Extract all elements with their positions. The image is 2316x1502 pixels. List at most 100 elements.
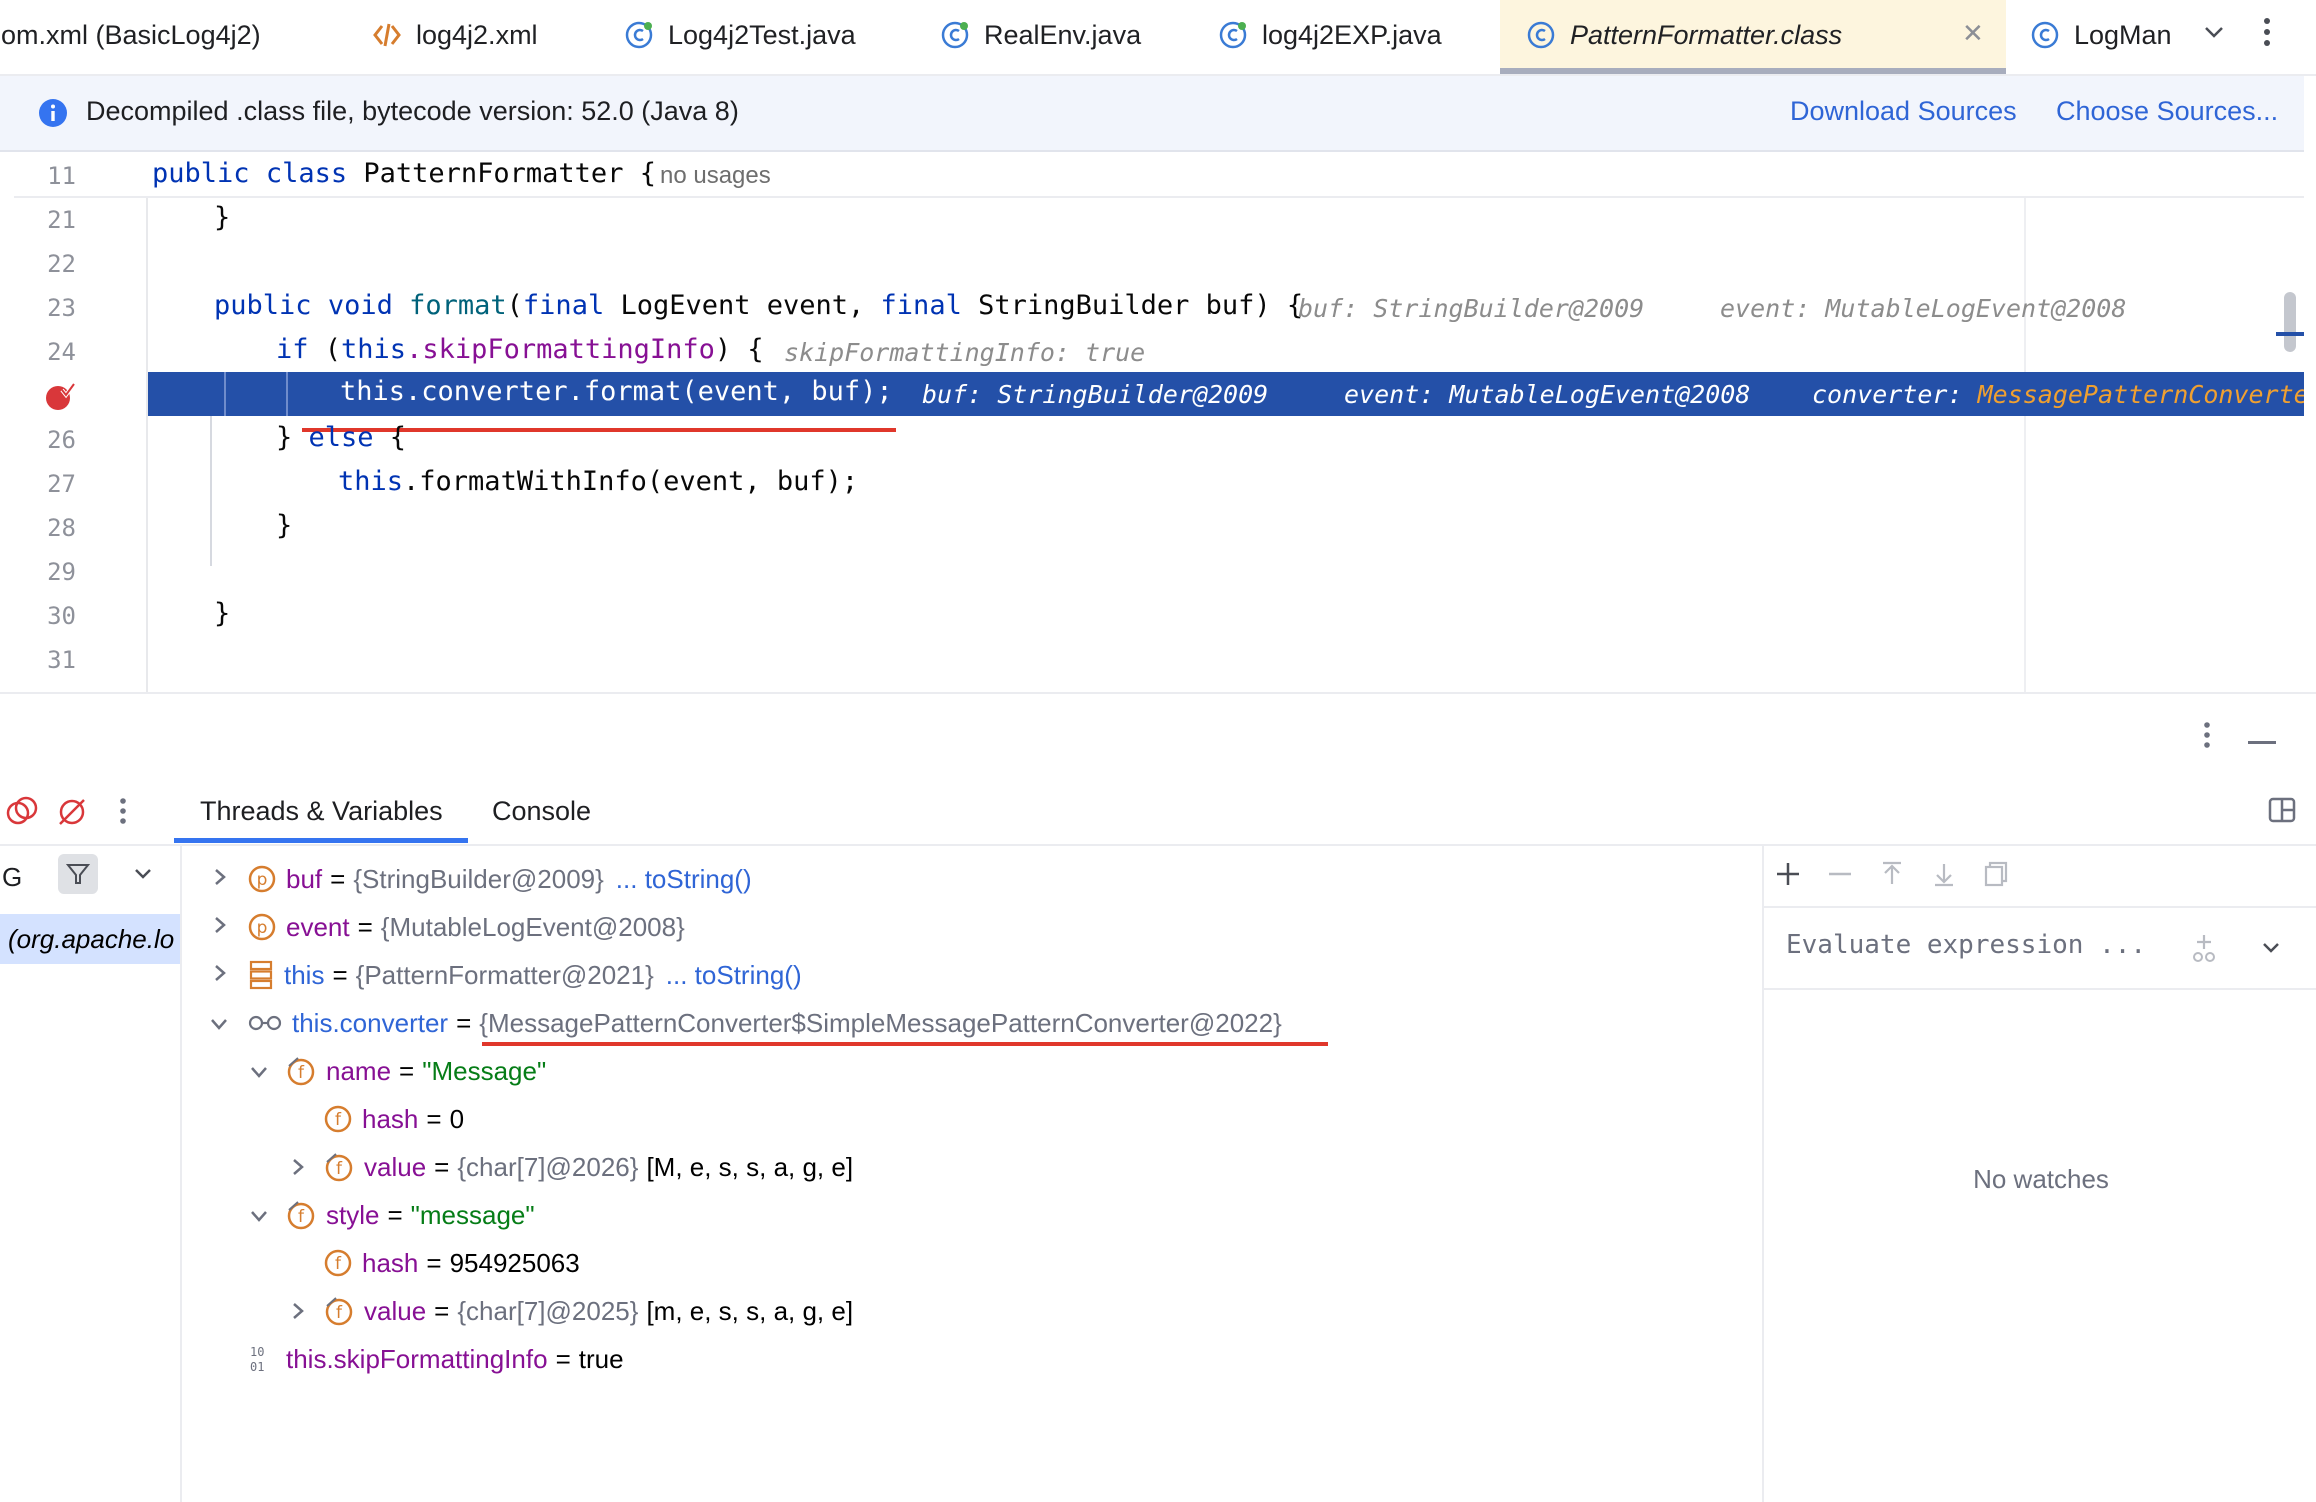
code-token: StringBuilder buf) { <box>961 290 1304 321</box>
keyword: else <box>308 422 374 453</box>
right-margin-guide <box>2024 196 2026 692</box>
move-up-icon[interactable] <box>1878 860 1906 893</box>
scrollbar-marker <box>2276 332 2304 336</box>
choose-sources-link[interactable]: Choose Sources... <box>2056 96 2278 127</box>
add-to-watches-icon[interactable] <box>2188 932 2220 969</box>
line-number: 27 <box>47 470 76 498</box>
code-token: .formatWithInfo(event, buf); <box>403 466 859 497</box>
collapse-chevron-icon[interactable] <box>250 1060 268 1086</box>
duplicate-watch-icon[interactable] <box>1982 860 2010 893</box>
variable-type: {MessagePatternConverter$SimpleMessagePa… <box>479 1007 1282 1038</box>
tab-log4j2exp-java[interactable]: log4j2EXP.java <box>1218 0 1498 70</box>
variable-name: this.skipFormattingInfo <box>286 1343 548 1374</box>
variable-row-this[interactable]: this = {PatternFormatter@2021} ... toString… <box>248 952 802 998</box>
expand-chevron-icon[interactable] <box>212 866 228 892</box>
to-string-link[interactable]: ... toString() <box>666 960 802 991</box>
tab-label: PatternFormatter.class <box>1570 19 1843 50</box>
variable-name: this <box>284 959 325 990</box>
field-icon: f <box>324 1105 352 1133</box>
line-number: 31 <box>47 646 76 674</box>
inline-debug-value: converter: MessagePatternConverter <box>1812 380 2304 409</box>
variable-row-hash[interactable]: f hash = 954925063 <box>324 1240 580 1286</box>
tab-patternformatter-class[interactable]: PatternFormatter.class ✕ <box>1500 0 2006 74</box>
parameter-icon: p <box>248 865 276 893</box>
expand-chevron-icon[interactable] <box>212 914 228 940</box>
variable-row-buf[interactable]: p buf = {StringBuilder@2009} ... toString() <box>248 856 752 902</box>
variable-name: buf <box>286 863 323 894</box>
line-number: 29 <box>47 558 76 586</box>
close-tab-icon[interactable]: ✕ <box>1962 18 1984 49</box>
equals-sign: = <box>426 1247 442 1278</box>
code-editor[interactable]: 11 public class PatternFormatter { no us… <box>14 152 2304 692</box>
primitive-binary-icon: 10 01 <box>248 1344 276 1374</box>
evaluate-placeholder: Evaluate expression ... <box>1786 930 2147 960</box>
variables-tree: p buf = {StringBuilder@2009}... toString()… <box>182 846 1760 1502</box>
history-dropdown-icon[interactable] <box>2260 936 2282 963</box>
variable-row-name[interactable]: f name = "Message" <box>286 1048 546 1094</box>
breakpoint-icon[interactable] <box>44 380 76 417</box>
evaluate-expression-field[interactable]: Evaluate expression ... <box>1764 906 2316 990</box>
variable-row-style[interactable]: f style = "message" <box>286 1192 535 1238</box>
minimize-panel-icon[interactable] <box>2248 732 2276 750</box>
expand-chevron-icon[interactable] <box>290 1300 306 1326</box>
remove-watch-icon[interactable] <box>1826 860 1854 893</box>
array-value: [M, e, s, s, a, g, e] <box>646 1151 854 1182</box>
object-stack-icon <box>248 960 274 990</box>
debug-tab-bar: Threads & Variables Console <box>0 774 2316 846</box>
variable-row-hash[interactable]: f hash = 0 <box>324 1096 464 1142</box>
view-breakpoints-icon[interactable] <box>6 796 38 831</box>
svg-text:10: 10 <box>250 1345 264 1359</box>
tab-logmanager[interactable]: LogMan <box>2030 0 2170 70</box>
variable-name: value <box>364 1295 427 1326</box>
mute-breakpoints-icon[interactable] <box>56 796 88 833</box>
code-line: } <box>276 510 293 541</box>
info-icon <box>38 98 68 133</box>
tab-log4j2-xml[interactable]: log4j2.xml <box>372 0 592 70</box>
variable-row-event[interactable]: p event = {MutableLogEvent@2008} <box>248 904 685 950</box>
svg-text:p: p <box>257 918 268 938</box>
selected-frame[interactable]: (org.apache.lo <box>0 914 180 964</box>
thread-dropdown-icon[interactable] <box>132 862 154 889</box>
line-number: 11 <box>47 162 76 190</box>
debug-more-icon[interactable] <box>118 796 128 831</box>
execution-point-line: this.converter.format(event, buf); buf: … <box>148 372 2304 416</box>
code-line: if (this.skipFormattingInfo) { <box>276 334 764 365</box>
collapse-chevron-icon[interactable] <box>210 1012 228 1038</box>
panel-options-icon[interactable] <box>2202 720 2212 755</box>
variable-row-skip-formatting-info[interactable]: 10 01 this.skipFormattingInfo = true <box>248 1336 624 1382</box>
variable-type: {char[7]@2026} <box>457 1151 639 1182</box>
to-string-link[interactable]: ... toString() <box>616 864 752 895</box>
parameter-icon: p <box>248 913 276 941</box>
variable-row-value[interactable]: f value = {char[7]@2026} [M, e, s, s, a, g,… <box>324 1144 853 1190</box>
expand-chevron-icon[interactable] <box>290 1156 306 1182</box>
keyword: if <box>276 334 309 365</box>
tab-console[interactable]: Console <box>492 796 591 827</box>
download-sources-link[interactable]: Download Sources <box>1790 96 2017 127</box>
tab-realenv-java[interactable]: RealEnv.java <box>940 0 1180 70</box>
move-down-icon[interactable] <box>1930 860 1958 893</box>
active-tab-indicator <box>1500 68 2006 74</box>
layout-settings-icon[interactable] <box>2268 796 2296 829</box>
variable-row-this-converter[interactable]: this.converter = {MessagePatternConverter$… <box>248 1000 1282 1046</box>
variable-row-value[interactable]: f value = {char[7]@2025} [m, e, s, s, a, g,… <box>324 1288 853 1334</box>
code-token: { <box>373 422 407 453</box>
tab-threads-variables[interactable]: Threads & Variables <box>200 796 443 827</box>
collapse-chevron-icon[interactable] <box>250 1204 268 1230</box>
editor-scrollbar-thumb[interactable] <box>2284 292 2296 352</box>
add-watch-icon[interactable] <box>1774 860 1802 893</box>
svg-text:p: p <box>257 870 268 890</box>
variable-name: name <box>326 1055 392 1086</box>
keyword: class <box>265 158 348 189</box>
tabs-dropdown-icon[interactable] <box>2200 18 2228 51</box>
tab-pom-xml[interactable]: pom.xml (BasicLog4j2) <box>0 0 316 70</box>
filter-icon[interactable] <box>58 854 98 894</box>
code-line: public void format(final LogEvent event,… <box>214 290 1303 321</box>
tab-log4j2test-java[interactable]: Log4j2Test.java <box>624 0 904 70</box>
java-class-icon <box>940 20 970 50</box>
more-options-icon[interactable] <box>2262 16 2272 53</box>
expand-chevron-icon[interactable] <box>212 962 228 988</box>
usages-hint: no usages <box>660 162 771 189</box>
thread-selector[interactable]: G <box>2 862 22 893</box>
inline-debug-value: skipFormattingInfo: true <box>784 338 1146 367</box>
red-annotation-underline <box>482 1042 1328 1046</box>
